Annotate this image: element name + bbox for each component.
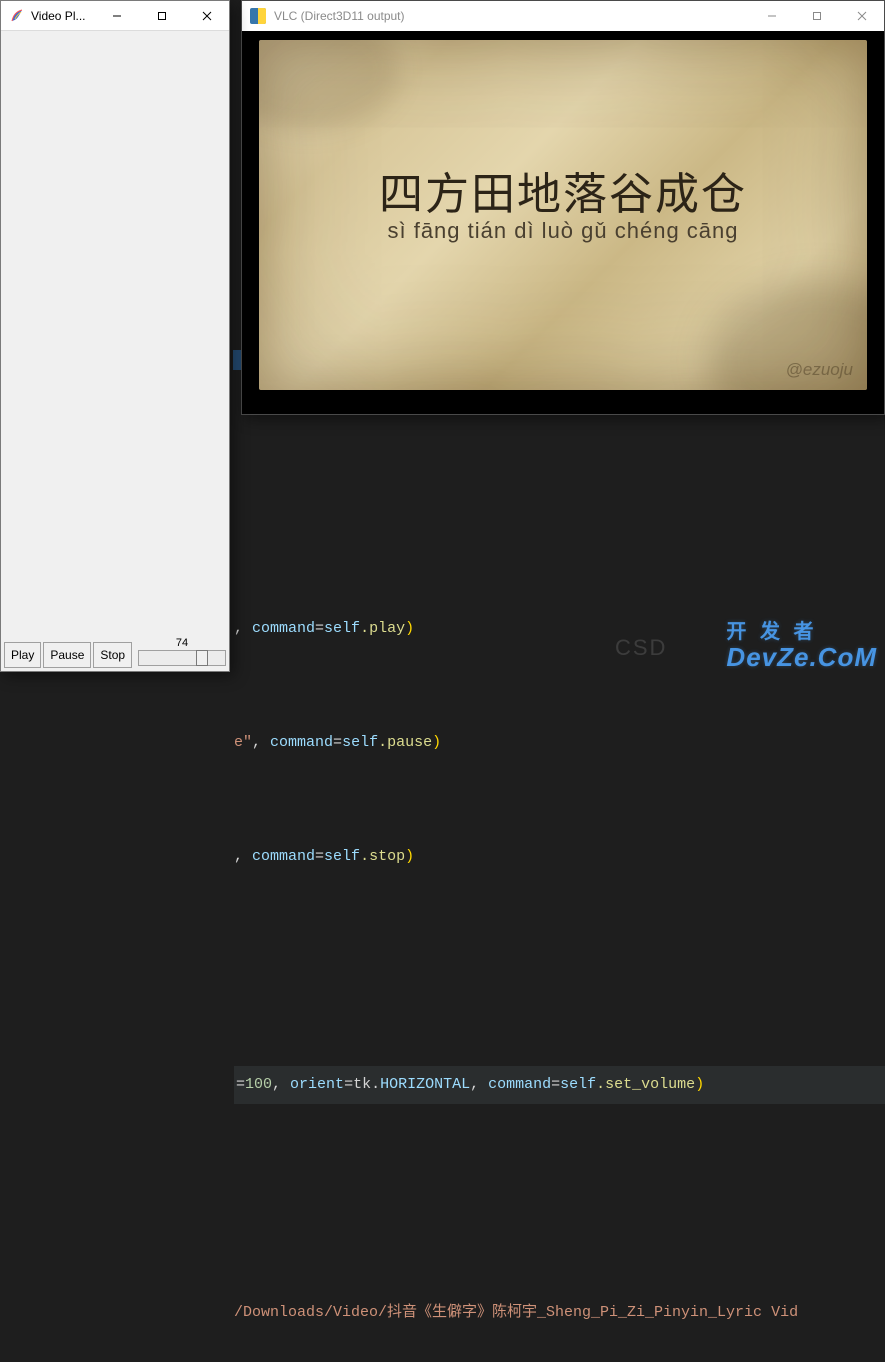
code-text: = [333, 724, 342, 762]
tk-titlebar[interactable]: Video Pl... [1, 1, 229, 31]
minimize-button[interactable] [94, 1, 139, 31]
tk-feather-icon [9, 8, 25, 24]
code-text: command [270, 724, 333, 762]
code-text: orient [290, 1066, 344, 1104]
vlc-title: VLC (Direct3D11 output) [274, 9, 405, 23]
code-text: .pause [378, 724, 432, 762]
pause-button[interactable]: Pause [43, 642, 91, 668]
code-text: , [272, 1066, 290, 1104]
code-text: .set_volume [596, 1066, 695, 1104]
tk-controls: Play Pause Stop 74 [2, 637, 228, 670]
code-text: self [342, 724, 378, 762]
code-text: 100 [245, 1066, 272, 1104]
code-text: command [488, 1066, 551, 1104]
video-frame: 四方田地落谷成仓 sì fāng tián dì luò gǔ chéng cā… [259, 40, 867, 390]
slider-track[interactable] [138, 650, 226, 666]
close-button[interactable] [839, 1, 884, 31]
minimize-button[interactable] [749, 1, 794, 31]
code-text: , [234, 610, 252, 648]
devze-watermark-cn: 开 发 者 [726, 622, 877, 642]
video-author-handle: @ezuoju [786, 360, 853, 380]
volume-value: 74 [138, 637, 226, 649]
code-text: =tk. [344, 1066, 380, 1104]
vlc-window: VLC (Direct3D11 output) 四方田地落谷成仓 sì fāng… [241, 0, 885, 415]
code-text: e" [234, 724, 252, 762]
code-text: ) [432, 724, 441, 762]
code-text: /Downloads/Video/抖音《生僻字》陈柯宇_Sheng_Pi_Zi_… [234, 1294, 798, 1332]
python-icon [250, 8, 266, 24]
code-text: , [234, 838, 252, 876]
code-text: self [324, 610, 360, 648]
close-button[interactable] [184, 1, 229, 31]
code-text: ) [695, 1066, 704, 1104]
stop-button[interactable]: Stop [93, 642, 132, 668]
play-button[interactable]: Play [4, 642, 41, 668]
code-text: ) [405, 610, 414, 648]
devze-watermark-en: DevZe.CoM [726, 642, 877, 672]
code-text: = [315, 610, 324, 648]
code-text: self [560, 1066, 596, 1104]
csdn-watermark: CSD [615, 635, 667, 661]
code-text: .stop [360, 838, 405, 876]
tk-title: Video Pl... [31, 9, 85, 23]
code-text: = [315, 838, 324, 876]
code-text: , [252, 724, 270, 762]
vlc-titlebar[interactable]: VLC (Direct3D11 output) [242, 1, 884, 31]
code-text: .play [360, 610, 405, 648]
devze-watermark: 开 发 者 DevZe.CoM [726, 622, 877, 673]
code-text: command [252, 610, 315, 648]
video-chinese-text: 四方田地落谷成仓 [259, 158, 867, 222]
code-text: = [551, 1066, 560, 1104]
code-text: ) [405, 838, 414, 876]
video-pinyin-text: sì fāng tián dì luò gǔ chéng cāng [259, 218, 867, 244]
code-text: self [324, 838, 360, 876]
tk-video-player-window: Video Pl... Play Pause Stop 74 [0, 0, 230, 672]
code-text: = [236, 1066, 245, 1104]
slider-thumb[interactable] [196, 650, 208, 666]
volume-slider[interactable]: 74 [138, 637, 226, 670]
code-text: command [252, 838, 315, 876]
vlc-video-area[interactable]: 四方田地落谷成仓 sì fāng tián dì luò gǔ chéng cā… [243, 32, 883, 413]
maximize-button[interactable] [794, 1, 839, 31]
tk-body [2, 32, 228, 637]
maximize-button[interactable] [139, 1, 184, 31]
code-text: HORIZONTAL [380, 1066, 470, 1104]
code-text: , [470, 1066, 488, 1104]
